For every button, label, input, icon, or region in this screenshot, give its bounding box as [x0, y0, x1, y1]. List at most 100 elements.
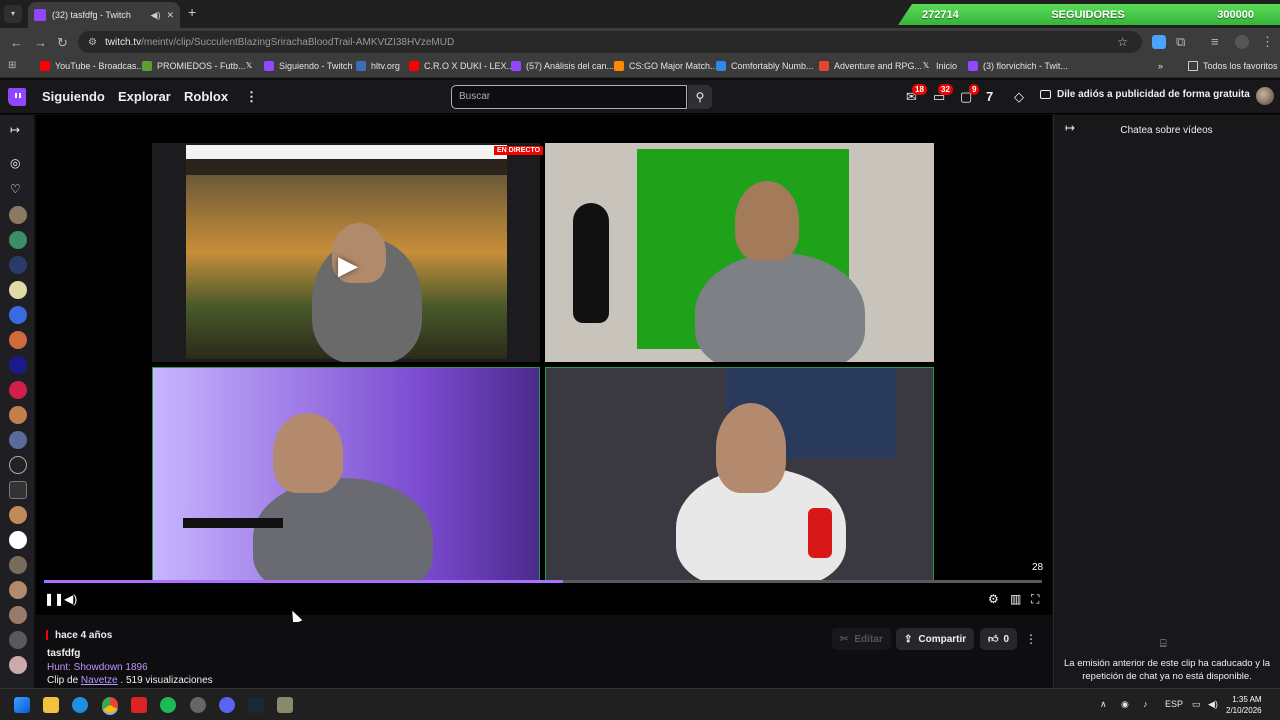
channel-avatar[interactable]: [9, 381, 27, 399]
bookmark-promiedos[interactable]: PROMIEDOS - Futb...: [142, 61, 246, 71]
clipper-link[interactable]: Navetze: [81, 675, 118, 686]
like-button[interactable]: 👍︎ 0: [980, 628, 1018, 650]
back-icon[interactable]: ←: [10, 35, 23, 50]
channel-avatar[interactable]: [9, 556, 27, 574]
apps-grid-icon[interactable]: ⊞: [8, 60, 16, 71]
more-options-icon[interactable]: ⋮: [245, 89, 258, 105]
channel-avatar[interactable]: [9, 506, 27, 524]
bookmark-hltv[interactable]: hltv.org: [356, 61, 400, 71]
ad-free-button[interactable]: Dile adiós a publicidad de forma gratuit…: [1040, 89, 1250, 100]
recommended-icon[interactable]: ◎: [10, 156, 20, 170]
channel-avatar[interactable]: [9, 206, 27, 224]
new-tab-icon[interactable]: +: [188, 4, 196, 20]
windows-start-icon[interactable]: [14, 697, 30, 713]
channel-avatar[interactable]: [9, 281, 27, 299]
speaker-icon[interactable]: ◀): [151, 10, 161, 21]
tray-overflow-icon[interactable]: ∧: [1100, 699, 1107, 710]
channel-avatar[interactable]: [9, 531, 27, 549]
volume-tray-icon[interactable]: ◀): [1208, 699, 1218, 710]
channel-avatar[interactable]: [9, 306, 27, 324]
extension-7tv-icon[interactable]: 7: [986, 89, 993, 104]
channel-avatar[interactable]: [9, 406, 27, 424]
channel-avatar[interactable]: [9, 431, 27, 449]
all-bookmarks-folder[interactable]: Todos los favoritos: [1188, 61, 1278, 71]
fullscreen-icon[interactable]: ⛶: [1031, 592, 1039, 607]
close-tab-icon[interactable]: ✕: [166, 10, 174, 21]
edit-button[interactable]: ✂ Editar: [832, 628, 891, 650]
bookmark-analisis[interactable]: (57) Análisis del can...: [511, 61, 614, 71]
url-bar[interactable]: ⚙ twitch.tv/meintv/clip/SucculentBlazing…: [78, 31, 1142, 53]
channel-avatar[interactable]: [9, 456, 27, 474]
expand-sidebar-icon[interactable]: ↦: [10, 123, 20, 137]
play-icon[interactable]: ▶: [338, 250, 358, 281]
bookmark-star-icon[interactable]: ☆: [1117, 35, 1128, 49]
search-icon[interactable]: ⚲: [688, 85, 712, 109]
discord-icon[interactable]: [219, 697, 235, 713]
app-icon[interactable]: [131, 697, 147, 713]
bookmark-adventure[interactable]: Adventure and RPG...: [819, 61, 922, 71]
user-avatar[interactable]: [1256, 87, 1274, 105]
steam-icon[interactable]: [248, 697, 264, 713]
channel-avatar[interactable]: [9, 606, 27, 624]
seek-bar[interactable]: [44, 580, 1042, 583]
bookmarks-overflow[interactable]: »: [1158, 61, 1163, 71]
media-controls-icon[interactable]: ≡: [1211, 34, 1219, 49]
system-clock[interactable]: 1:35 AM 2/10/2026: [1226, 694, 1262, 716]
volume-icon[interactable]: ◀): [64, 592, 77, 606]
nav-following[interactable]: Siguiendo: [42, 89, 105, 104]
streamer-head: [735, 181, 799, 261]
bits-icon[interactable]: ◇: [1014, 89, 1024, 105]
bookmark-comfortably-numb[interactable]: Comfortably Numb...: [716, 61, 814, 71]
site-info-icon[interactable]: ⚙: [88, 37, 97, 48]
channel-avatar[interactable]: [9, 631, 27, 649]
nav-browse[interactable]: Explorar: [118, 89, 171, 104]
theatre-mode-icon[interactable]: ▥: [1010, 592, 1021, 606]
game-link[interactable]: Hunt: Showdown 1896: [47, 662, 148, 673]
network-icon[interactable]: ▭: [1192, 699, 1201, 710]
chat-title: Chatea sobre vídeos: [1120, 125, 1213, 136]
channel-avatar[interactable]: [9, 331, 27, 349]
inbox-badge: 18: [912, 84, 927, 95]
view-count: . 519 visualizaciones: [120, 675, 213, 686]
bookmark-inicio[interactable]: 𝕏 Inicio: [921, 61, 957, 71]
channel-avatar[interactable]: [9, 256, 27, 274]
browser-tab[interactable]: (32) tasfdfg - Twitch ◀) ✕: [28, 2, 180, 28]
tab-search-icon[interactable]: ▾: [4, 5, 22, 23]
microphone-icon[interactable]: ♪: [1143, 699, 1148, 709]
streamer-figure: [695, 253, 865, 362]
file-explorer-icon[interactable]: [43, 697, 59, 713]
microphone-arm: [183, 518, 283, 528]
language-indicator[interactable]: ESP: [1165, 699, 1183, 709]
more-options-icon[interactable]: ⋮: [1025, 632, 1037, 646]
bookmark-florvichich[interactable]: (3) florvichich - Twit...: [968, 61, 1068, 71]
channel-avatar[interactable]: [9, 481, 27, 499]
steam-tray-icon[interactable]: ◉: [1121, 699, 1129, 710]
pause-icon[interactable]: ❚❚: [44, 592, 64, 606]
profile-icon[interactable]: [1235, 35, 1249, 49]
bookmark-x[interactable]: 𝕏: [244, 61, 259, 71]
nav-roblox[interactable]: Roblox: [184, 89, 228, 104]
share-button[interactable]: ⇪ Compartir: [896, 628, 975, 650]
settings-gear-icon[interactable]: ⚙: [988, 592, 999, 606]
bookmark-csgo[interactable]: CS:GO Major Match...: [614, 61, 718, 71]
app-icon[interactable]: [277, 697, 293, 713]
steam-helper-icon[interactable]: [190, 697, 206, 713]
edge-icon[interactable]: [72, 697, 88, 713]
channel-avatar[interactable]: [9, 356, 27, 374]
forward-icon[interactable]: →: [34, 35, 47, 50]
spotify-icon[interactable]: [160, 697, 176, 713]
twitch-logo-icon[interactable]: [8, 88, 26, 106]
following-heart-icon[interactable]: ♡: [10, 182, 21, 196]
channel-avatar[interactable]: [9, 656, 27, 674]
browser-menu-icon[interactable]: ⋮: [1261, 34, 1274, 50]
extensions-puzzle-icon[interactable]: ⧉: [1176, 34, 1185, 50]
reload-icon[interactable]: ↻: [57, 35, 68, 51]
search-input[interactable]: Buscar: [451, 85, 687, 109]
channel-avatar[interactable]: [9, 581, 27, 599]
channel-avatar[interactable]: [9, 231, 27, 249]
bookmark-youtube[interactable]: YouTube - Broadcas...: [40, 61, 144, 71]
chrome-icon[interactable]: [102, 697, 118, 713]
extension-icon[interactable]: [1152, 35, 1166, 49]
bookmark-siguiendo[interactable]: Siguiendo - Twitch: [264, 61, 352, 71]
bookmark-duki[interactable]: C.R.O X DUKI - LEX...: [409, 61, 514, 71]
